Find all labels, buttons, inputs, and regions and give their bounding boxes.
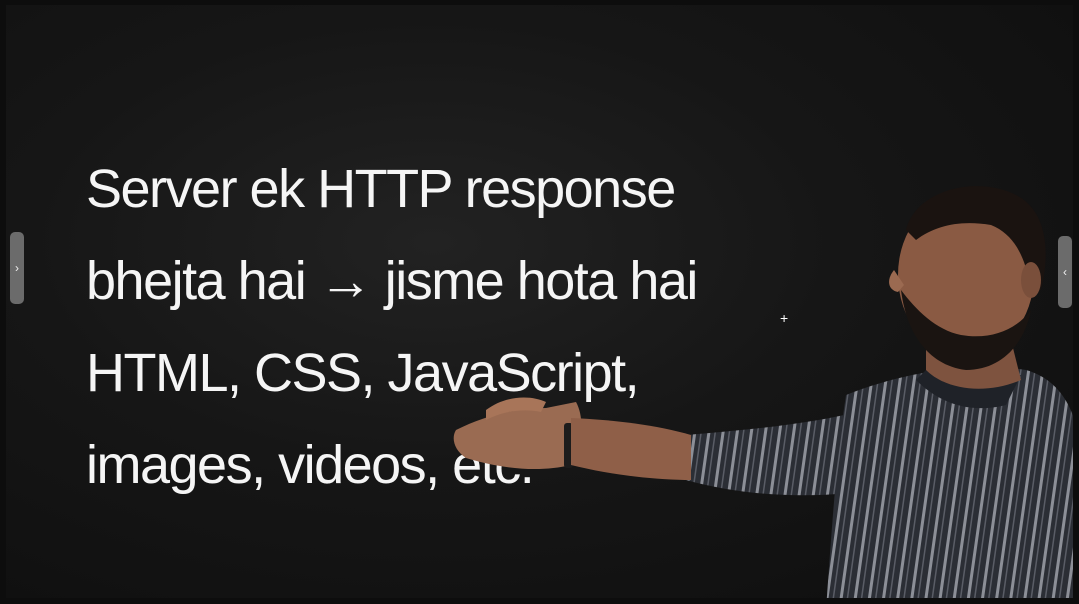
expand-right-panel-button[interactable]: ‹ (1058, 236, 1072, 308)
presenter-figure (453, 186, 1073, 598)
chevron-right-icon: › (15, 261, 19, 275)
crosshair-cursor-icon: + (780, 310, 789, 326)
video-player[interactable]: Server ek HTTP response bhejta hai → jis… (6, 5, 1073, 598)
chevron-left-icon: ‹ (1063, 265, 1067, 279)
expand-left-panel-button[interactable]: › (10, 232, 24, 304)
video-frame: Server ek HTTP response bhejta hai → jis… (0, 0, 1079, 604)
